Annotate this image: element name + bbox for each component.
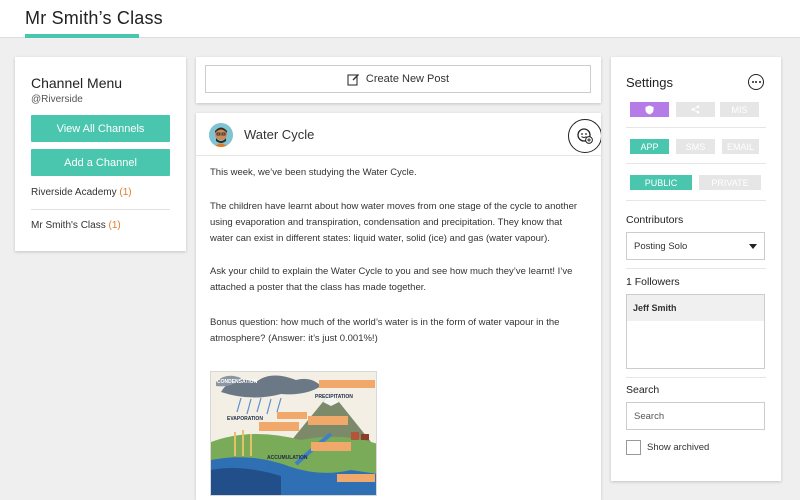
post-card: Water Cycle This week, we’ve been studyi… [196, 113, 601, 500]
post-paragraph: The children have learnt about how water… [210, 201, 578, 244]
search-input[interactable] [626, 402, 765, 430]
delivery-toggle-sms[interactable]: SMS [676, 139, 715, 154]
poster-label: CONDENSATION [217, 379, 258, 385]
more-dot [751, 81, 754, 83]
delivery-toggle-email[interactable]: EMAIL [722, 139, 759, 154]
channel-name: Riverside Academy [31, 187, 117, 198]
create-new-post-button[interactable]: Create New Post [205, 65, 591, 93]
view-all-channels-button[interactable]: View All Channels [31, 115, 170, 142]
contributors-label: Contributors [626, 214, 684, 226]
channel-handle: @Riverside [31, 94, 83, 105]
channel-count: (1) [119, 187, 132, 198]
post-divider [196, 155, 601, 156]
settings-divider [626, 200, 766, 201]
avatar[interactable] [209, 123, 233, 147]
create-post-card: Create New Post [196, 57, 601, 103]
add-channel-button[interactable]: Add a Channel [31, 149, 170, 176]
search-label: Search [626, 384, 660, 396]
channel-menu-card: Channel Menu @Riverside View All Channel… [15, 57, 186, 251]
channel-name: Mr Smith's Class [31, 220, 106, 231]
settings-title: Settings [626, 75, 673, 90]
privacy-toggle-share[interactable] [676, 102, 715, 117]
settings-divider [626, 268, 766, 269]
post-paragraph: This week, we’ve been studying the Water… [210, 167, 417, 178]
poster-label: EVAPORATION [227, 416, 263, 422]
settings-divider [626, 377, 766, 378]
page-title: Mr Smith’s Class [25, 8, 163, 28]
settings-divider [626, 163, 766, 164]
followers-list[interactable]: Jeff Smith [626, 294, 765, 369]
share-icon [691, 105, 700, 114]
settings-card: Settings MIS APP SMS EMAIL PUBLIC PRIVAT… [611, 57, 781, 481]
show-archived-checkbox[interactable] [626, 440, 641, 455]
delivery-toggle-app[interactable]: APP [630, 139, 669, 154]
more-dot [755, 81, 757, 83]
add-reaction-button[interactable] [568, 119, 601, 153]
edit-icon [347, 73, 359, 86]
channel-link-riverside-academy[interactable]: Riverside Academy (1) [31, 187, 132, 198]
post-paragraph: Ask your child to explain the Water Cycl… [210, 266, 573, 293]
create-new-post-label: Create New Post [365, 73, 450, 85]
visibility-toggle-private[interactable]: PRIVATE [699, 175, 761, 190]
contributors-value: Posting Solo [634, 240, 688, 252]
emoji-reaction-icon [577, 128, 593, 144]
follower-item[interactable]: Jeff Smith [627, 295, 764, 321]
menu-divider [31, 209, 170, 210]
settings-divider [626, 127, 766, 128]
visibility-toggle-public[interactable]: PUBLIC [630, 175, 692, 190]
privacy-toggle-shield[interactable] [630, 102, 669, 117]
show-archived-label: Show archived [647, 442, 710, 453]
more-options-button[interactable] [748, 74, 764, 90]
water-cycle-poster-image[interactable]: CONDENSATION PRECIPITATION EVAPORATION A… [210, 371, 377, 496]
channel-link-mr-smiths-class[interactable]: Mr Smith's Class (1) [31, 220, 121, 231]
post-title: Water Cycle [244, 127, 315, 142]
shield-icon [645, 105, 654, 114]
more-dot [758, 81, 761, 83]
contributors-select[interactable]: Posting Solo [626, 232, 765, 260]
title-underline [25, 34, 139, 38]
followers-label: 1 Followers [626, 276, 680, 288]
post-paragraph: Bonus question: how much of the world’s … [210, 317, 560, 344]
channel-menu-title: Channel Menu [31, 75, 123, 91]
top-bar: Mr Smith’s Class [0, 0, 800, 38]
privacy-toggle-mis[interactable]: MIS [720, 102, 759, 117]
poster-label: PRECIPITATION [315, 394, 353, 400]
poster-label: ACCUMULATION [267, 455, 308, 461]
chevron-down-icon [749, 244, 757, 249]
channel-count: (1) [108, 220, 121, 231]
